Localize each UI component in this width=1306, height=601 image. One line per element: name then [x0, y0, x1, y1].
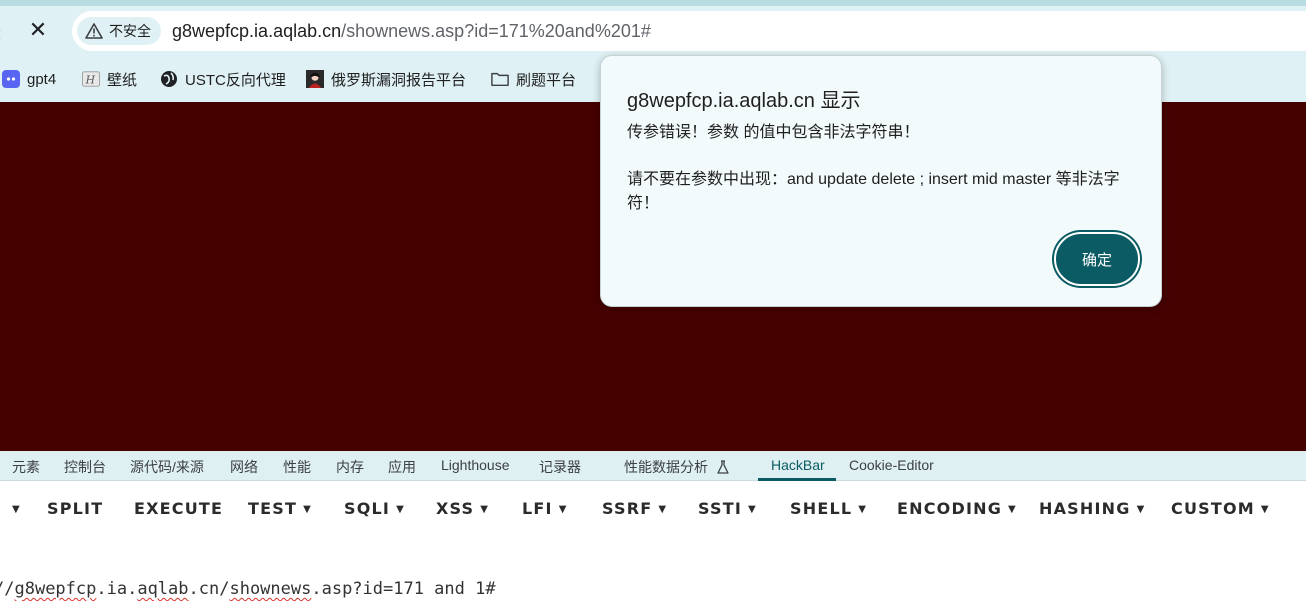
browser-toolbar: ‹ ✕ 不安全 g8wepfcp.ia.aqlab.cn/shownews.as…	[0, 6, 1306, 56]
chevron-down-icon: ▼	[1260, 504, 1270, 515]
bookmark-ustc-proxy[interactable]: USTC反向代理	[160, 67, 286, 91]
shell-menu[interactable]: SHELL ▼	[790, 499, 867, 518]
menu-label: SSTI	[698, 499, 742, 518]
warning-icon	[85, 23, 103, 39]
url-segment: .cn/	[188, 579, 230, 599]
menu-label: HASHING	[1039, 499, 1131, 518]
ssti-menu[interactable]: SSTI ▼	[698, 499, 757, 518]
active-tab-indicator	[758, 478, 836, 481]
tab-hackbar[interactable]: HackBar	[771, 457, 825, 473]
tab-application[interactable]: 应用	[388, 457, 416, 477]
tab-recorder[interactable]: 记录器	[539, 457, 581, 477]
url-domain-segment: aqlab	[137, 579, 189, 599]
security-label: 不安全	[109, 23, 151, 39]
bookmark-label: 壁纸	[107, 71, 138, 89]
url-prefix: //	[0, 579, 15, 599]
bookmark-label: gpt4	[27, 70, 57, 88]
devtools-tab-bar: 元素 控制台 源代码/来源 网络 性能 内存 应用 Lighthouse 记录器…	[0, 451, 1306, 481]
menu-label: CUSTOM	[1171, 499, 1255, 518]
bookmark-label: 刷题平台	[516, 71, 577, 89]
url-text[interactable]: g8wepfcp.ia.aqlab.cn/shownews.asp?id=171…	[172, 21, 651, 42]
tab-performance-insights[interactable]: 性能数据分析	[624, 457, 730, 477]
url-path: /shownews.asp?id=171%20and%201#	[341, 21, 651, 41]
dialog-error-message: 传参错误！参数 的值中包含非法字符串！	[627, 124, 920, 141]
bookmark-label: USTC反向代理	[185, 71, 286, 89]
menu-label: LFI	[522, 499, 553, 518]
dialog-warning-message: 请不要在参数中出现：and update delete ; insert mid…	[627, 171, 1120, 212]
load-url-dropdown[interactable]: ▼	[12, 499, 21, 518]
split-button[interactable]: SPLIT	[47, 499, 103, 518]
menu-label: SHELL	[790, 499, 853, 518]
chevron-down-icon: ▼	[480, 504, 490, 515]
tab-network[interactable]: 网络	[230, 457, 258, 477]
test-menu[interactable]: TEST ▼	[248, 499, 312, 518]
wallpaper-icon: H	[82, 70, 100, 88]
execute-button[interactable]: EXECUTE	[134, 499, 223, 518]
globe-icon	[160, 70, 178, 88]
hackbar-url-text[interactable]: //g8wepfcp.ia.aqlab.cn/shownews.asp?id=1…	[0, 579, 496, 599]
lfi-menu[interactable]: LFI ▼	[522, 499, 568, 518]
bookmark-wallpaper[interactable]: H 壁纸	[82, 67, 137, 91]
bookmark-vuln-platform[interactable]: 俄罗斯漏洞报告平台	[306, 67, 466, 91]
flask-icon	[717, 460, 729, 474]
menu-label: SQLI	[344, 499, 391, 518]
tab-memory[interactable]: 内存	[336, 457, 364, 477]
menu-label: ENCODING	[897, 499, 1003, 518]
url-host-segment: g8wepfcp	[14, 579, 97, 599]
bookmark-label: 俄罗斯漏洞报告平台	[331, 71, 467, 89]
hackbar-toolbar: ▼ SPLIT EXECUTE TEST ▼ SQLI ▼ XSS ▼ LFI ▼ SS…	[0, 482, 1306, 532]
encoding-menu[interactable]: ENCODING ▼	[897, 499, 1017, 518]
ssrf-menu[interactable]: SSRF ▼	[602, 499, 667, 518]
menu-label: SSRF	[602, 499, 653, 518]
chevron-down-icon: ▼	[748, 504, 757, 515]
url-segment: .asp?id=171 and 1#	[311, 579, 496, 599]
reload-icon[interactable]: ‹	[0, 20, 1, 46]
bookmark-practice[interactable]: 刷题平台	[491, 67, 576, 91]
folder-icon	[491, 70, 509, 88]
chevron-down-icon: ▼	[1136, 504, 1146, 515]
bookmark-gpt4[interactable]: gpt4	[2, 67, 56, 91]
menu-label: TEST	[248, 499, 298, 518]
tab-sources[interactable]: 源代码/来源	[130, 457, 204, 477]
address-bar[interactable]: 不安全 g8wepfcp.ia.aqlab.cn/shownews.asp?id…	[72, 11, 1306, 51]
tab-console[interactable]: 控制台	[64, 457, 106, 477]
hackbar-url-field[interactable]: //g8wepfcp.ia.aqlab.cn/shownews.asp?id=1…	[0, 532, 1306, 601]
tab-label: 性能数据分析	[624, 459, 708, 475]
chevron-down-icon: ▼	[396, 504, 405, 515]
chevron-down-icon: ▼	[12, 504, 21, 515]
sqli-menu[interactable]: SQLI ▼	[344, 499, 405, 518]
chevron-down-icon: ▼	[1008, 504, 1017, 515]
xss-menu[interactable]: XSS ▼	[436, 499, 489, 518]
url-page-segment: shownews	[229, 579, 312, 599]
url-segment: .ia.	[96, 579, 138, 599]
url-host: g8wepfcp.ia.aqlab.cn	[172, 21, 342, 41]
tab-performance[interactable]: 性能	[283, 457, 311, 477]
close-icon[interactable]: ✕	[24, 16, 52, 44]
tab-lighthouse[interactable]: Lighthouse	[441, 457, 510, 473]
hashing-menu[interactable]: HASHING ▼	[1039, 499, 1145, 518]
chevron-down-icon: ▼	[658, 504, 668, 515]
security-chip[interactable]: 不安全	[77, 17, 161, 45]
dialog-title: g8wepfcp.ia.aqlab.cn 显示	[627, 90, 861, 112]
menu-label: XSS	[436, 499, 475, 518]
tab-elements[interactable]: 元素	[12, 457, 40, 477]
tab-cookie-editor[interactable]: Cookie-Editor	[849, 457, 934, 473]
discord-like-icon	[2, 70, 20, 88]
chevron-down-icon: ▼	[858, 504, 868, 515]
chevron-down-icon: ▼	[558, 504, 568, 515]
avatar-icon	[306, 70, 324, 88]
dialog-ok-button[interactable]: 确定	[1054, 232, 1140, 286]
alert-dialog: g8wepfcp.ia.aqlab.cn 显示 传参错误！参数 的值中包含非法字…	[600, 55, 1162, 307]
chevron-down-icon: ▼	[303, 504, 312, 515]
svg-text:H: H	[85, 74, 96, 87]
custom-menu[interactable]: CUSTOM ▼	[1171, 499, 1270, 518]
